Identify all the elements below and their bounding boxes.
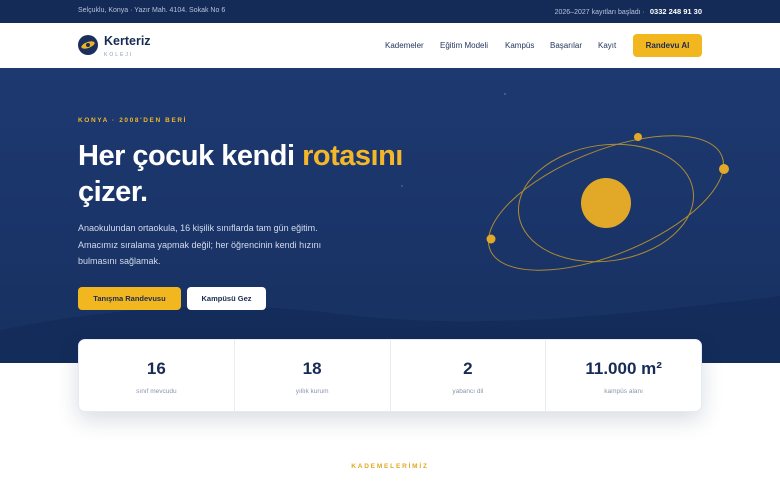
headline-text-end: çizer. — [78, 176, 148, 208]
phone-link[interactable]: 0332 248 91 30 — [650, 7, 702, 16]
nav-item-basarilar[interactable]: Başarılar — [550, 41, 582, 50]
hero-lead-paragraph: Anaokulundan ortaokula, 16 kişilik sınıf… — [78, 223, 322, 266]
nav-item-kademeler[interactable]: Kademeler — [385, 41, 424, 50]
planet-circle — [581, 178, 631, 228]
enrollment-info: 2026–2027 kayıtları başladı · 0332 248 9… — [555, 7, 702, 16]
stat-item: 16 sınıf mevcudu — [79, 340, 235, 411]
appointment-button[interactable]: Randevu Al — [633, 34, 702, 57]
logo-icon[interactable] — [78, 35, 98, 55]
nav-item-kayit[interactable]: Kayıt — [598, 41, 616, 50]
address-text: Selçuklu, Konya · Yazır Mah. 4104. Sokak… — [78, 7, 226, 14]
campus-tour-button[interactable]: Kampüsü Gez — [187, 287, 266, 310]
main-navbar: Kerteriz KOLEJI Kademeler Eğitim Modeli … — [0, 23, 780, 68]
stat-label: yıllık kurum — [295, 388, 329, 395]
hero-headline: Her çocuk kendi rotasını çizer. — [78, 138, 438, 210]
top-info-bar: Selçuklu, Konya · Yazır Mah. 4104. Sokak… — [0, 0, 780, 23]
brand-subtitle: KOLEJI — [104, 52, 134, 58]
stat-item: 11.000 m² kampüs alanı — [546, 340, 701, 411]
stat-label: sınıf mevcudu — [136, 388, 177, 395]
hero-section: KONYA · 2008'DEN BERİ Her çocuk kendi ro… — [0, 68, 780, 363]
hero-kicker: KONYA · 2008'DEN BERİ — [78, 117, 188, 124]
stat-value: 11.000 m² — [585, 359, 662, 378]
section-kicker: KADEMELERİMİZ — [351, 463, 429, 470]
headline-text-start: Her çocuk kendi — [78, 140, 303, 172]
satellite-top — [634, 133, 642, 141]
stat-value: 18 — [302, 359, 322, 378]
stat-value: 16 — [146, 359, 166, 378]
nav-item-egitim-modeli[interactable]: Eğitim Modeli — [440, 41, 488, 50]
stat-item: 18 yıllık kurum — [235, 340, 391, 411]
orbit-illustration — [486, 133, 729, 271]
satellite-left — [486, 234, 496, 244]
headline-accent: rotasını — [302, 140, 403, 172]
meeting-appointment-button[interactable]: Tanışma Randevusu — [78, 287, 181, 310]
stats-card: 16 sınıf mevcudu 18 yıllık kurum 2 yaban… — [78, 339, 702, 412]
stat-item: 2 yabancı dil — [391, 340, 547, 411]
nav-item-kampus[interactable]: Kampüs — [505, 41, 534, 50]
satellite-right — [719, 164, 729, 174]
stat-value: 2 — [463, 359, 473, 378]
stat-label: kampüs alanı — [604, 388, 643, 395]
logo-pupil — [86, 43, 90, 47]
brand-name[interactable]: Kerteriz — [104, 34, 151, 48]
enrollment-note: 2026–2027 kayıtları başladı · — [554, 9, 645, 16]
stat-label: yabancı dil — [452, 388, 484, 395]
